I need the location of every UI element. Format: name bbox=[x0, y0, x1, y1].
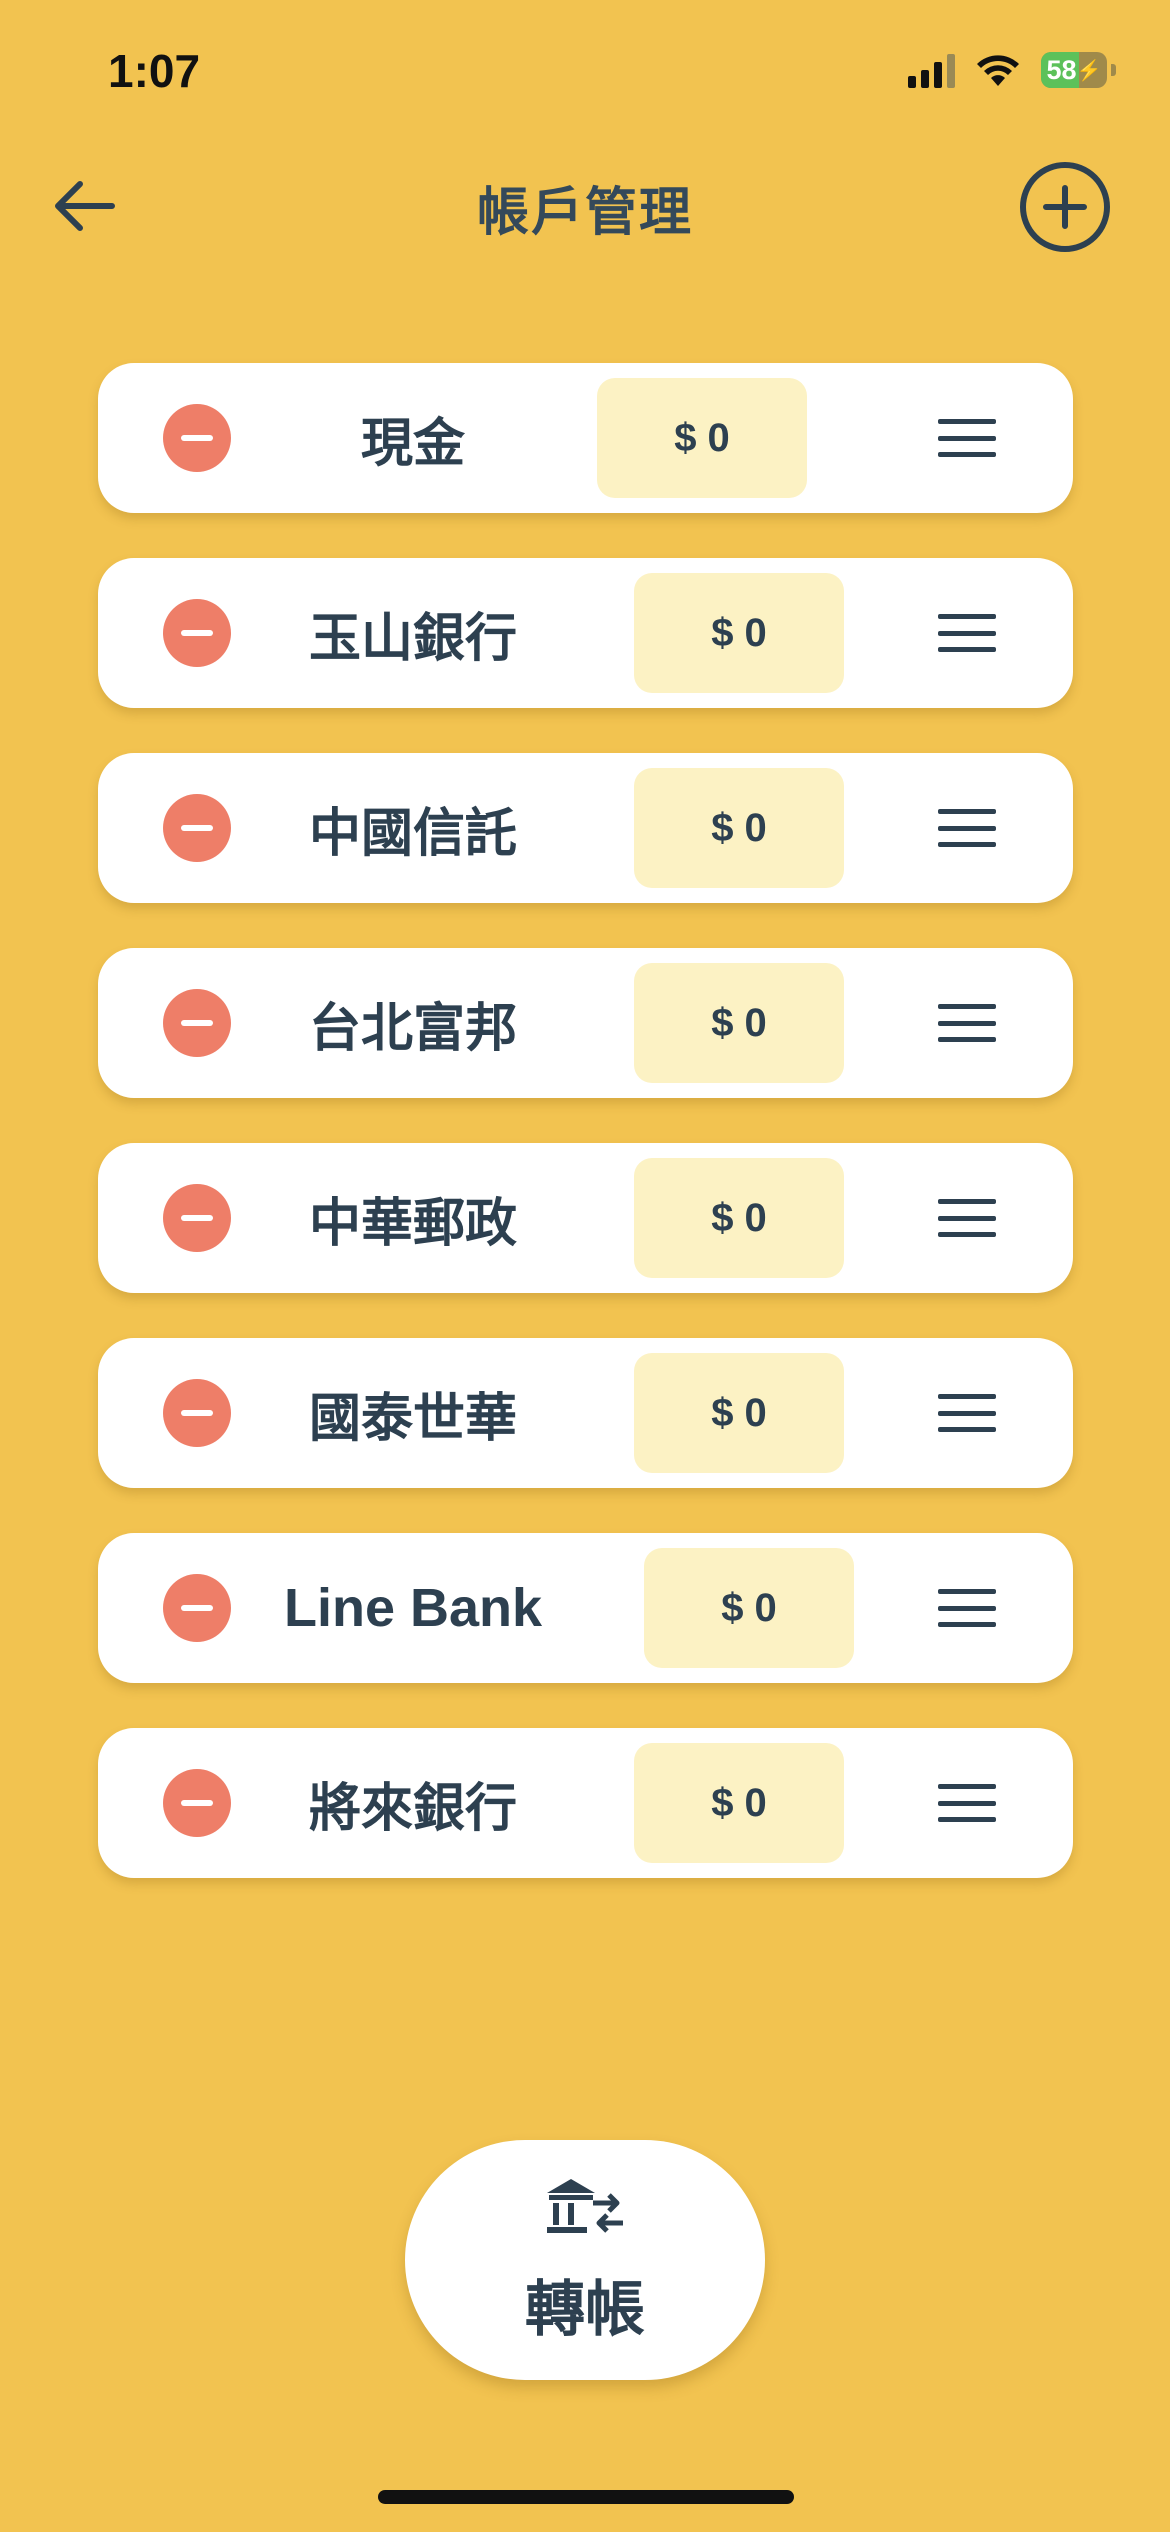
drag-handle-icon[interactable] bbox=[938, 1004, 996, 1042]
remove-account-button[interactable] bbox=[163, 1379, 231, 1447]
account-row[interactable]: Line Bank $ 0 bbox=[98, 1533, 1073, 1683]
account-name: 國泰世華 bbox=[308, 1388, 517, 1449]
account-balance[interactable]: $ 0 bbox=[634, 573, 844, 693]
account-list: 現金 $ 0 玉山銀行 $ 0 中國信託 $ 0 台北富邦 $ 0 中華郵政 $… bbox=[98, 363, 1073, 1923]
plus-icon bbox=[1043, 185, 1087, 229]
status-time: 1:07 bbox=[108, 45, 201, 97]
remove-account-button[interactable] bbox=[163, 1574, 231, 1642]
minus-icon bbox=[181, 630, 213, 636]
drag-handle-icon[interactable] bbox=[938, 614, 996, 652]
battery-icon: 58 ⚡ bbox=[1041, 52, 1107, 88]
minus-icon bbox=[181, 1800, 213, 1806]
transfer-button[interactable]: 轉帳 bbox=[405, 2140, 765, 2380]
cellular-signal-icon bbox=[908, 52, 955, 88]
account-name: 台北富邦 bbox=[308, 998, 517, 1059]
page-title: 帳戶管理 bbox=[476, 183, 693, 243]
account-row[interactable]: 國泰世華 $ 0 bbox=[98, 1338, 1073, 1488]
account-balance[interactable]: $ 0 bbox=[634, 1158, 844, 1278]
account-row[interactable]: 台北富邦 $ 0 bbox=[98, 948, 1073, 1098]
remove-account-button[interactable] bbox=[163, 1769, 231, 1837]
battery-tip bbox=[1111, 64, 1116, 76]
remove-account-button[interactable] bbox=[163, 794, 231, 862]
account-name: Line Bank bbox=[283, 1578, 543, 1638]
drag-handle-icon[interactable] bbox=[938, 809, 996, 847]
account-row[interactable]: 中國信託 $ 0 bbox=[98, 753, 1073, 903]
drag-handle-icon[interactable] bbox=[938, 1199, 996, 1237]
minus-icon bbox=[181, 825, 213, 831]
wifi-icon bbox=[977, 55, 1019, 86]
minus-icon bbox=[181, 435, 213, 441]
account-balance[interactable]: $ 0 bbox=[634, 768, 844, 888]
account-balance[interactable]: $ 0 bbox=[634, 1353, 844, 1473]
account-name: 中華郵政 bbox=[308, 1193, 517, 1254]
bank-transfer-icon bbox=[547, 2178, 623, 2233]
account-balance[interactable]: $ 0 bbox=[634, 1743, 844, 1863]
remove-account-button[interactable] bbox=[163, 599, 231, 667]
account-row[interactable]: 將來銀行 $ 0 bbox=[98, 1728, 1073, 1878]
remove-account-button[interactable] bbox=[163, 404, 231, 472]
minus-icon bbox=[181, 1605, 213, 1611]
battery-level: 58 bbox=[1046, 54, 1077, 85]
drag-handle-icon[interactable] bbox=[938, 419, 996, 457]
status-indicators: 58 ⚡ bbox=[908, 52, 1116, 88]
account-balance[interactable]: $ 0 bbox=[597, 378, 807, 498]
account-row[interactable]: 現金 $ 0 bbox=[98, 363, 1073, 513]
account-name: 將來銀行 bbox=[308, 1778, 517, 1839]
account-balance[interactable]: $ 0 bbox=[634, 963, 844, 1083]
account-balance[interactable]: $ 0 bbox=[644, 1548, 854, 1668]
transfer-label: 轉帳 bbox=[525, 2274, 645, 2345]
remove-account-button[interactable] bbox=[163, 989, 231, 1057]
account-row[interactable]: 玉山銀行 $ 0 bbox=[98, 558, 1073, 708]
account-row[interactable]: 中華郵政 $ 0 bbox=[98, 1143, 1073, 1293]
minus-icon bbox=[181, 1410, 213, 1416]
minus-icon bbox=[181, 1215, 213, 1221]
account-name: 玉山銀行 bbox=[308, 608, 517, 669]
account-name: 中國信託 bbox=[308, 803, 517, 864]
account-name: 現金 bbox=[360, 413, 465, 474]
minus-icon bbox=[181, 1020, 213, 1026]
drag-handle-icon[interactable] bbox=[938, 1394, 996, 1432]
home-indicator[interactable] bbox=[378, 2490, 794, 2504]
add-account-button[interactable] bbox=[1020, 162, 1110, 252]
remove-account-button[interactable] bbox=[163, 1184, 231, 1252]
account-management-screen: 1:07 58 ⚡ 帳戶管理 現金 $ 0 玉山銀行 $ 0 中國信託 $ 0 … bbox=[0, 0, 1170, 2532]
drag-handle-icon[interactable] bbox=[938, 1784, 996, 1822]
drag-handle-icon[interactable] bbox=[938, 1589, 996, 1627]
